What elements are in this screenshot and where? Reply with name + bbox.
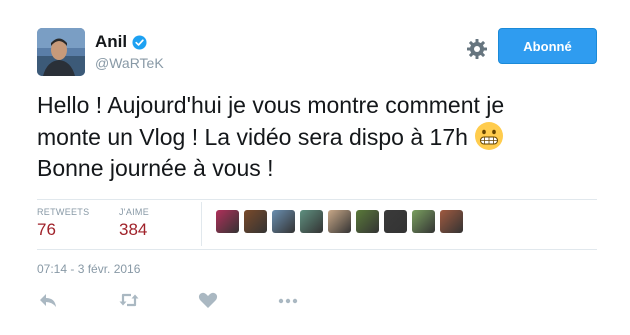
liker-avatar[interactable] (384, 210, 407, 233)
verified-badge-icon (132, 34, 147, 50)
author-name-row[interactable]: Anil (95, 32, 147, 52)
liker-avatar[interactable] (272, 210, 295, 233)
tweet-line-3: Bonne journée à vous ! (37, 155, 274, 181)
author-handle[interactable]: @WaRTeK (95, 55, 164, 71)
liker-avatar[interactable] (328, 210, 351, 233)
likes-count: 384 (119, 220, 148, 239)
retweet-icon[interactable] (118, 290, 140, 310)
likers-list (216, 210, 463, 233)
retweets-stat[interactable]: RETWEETS 76 (37, 207, 89, 240)
tweet-timestamp[interactable]: 07:14 - 3 févr. 2016 (37, 262, 140, 276)
avatar[interactable] (37, 28, 85, 76)
liker-avatar[interactable] (216, 210, 239, 233)
gear-icon[interactable] (465, 37, 489, 61)
liker-avatar[interactable] (440, 210, 463, 233)
author-name[interactable]: Anil (95, 32, 127, 52)
tweet-line-1: Hello ! Aujourd'hui je vous montre comme… (37, 92, 505, 118)
liker-avatar[interactable] (356, 210, 379, 233)
retweets-count: 76 (37, 220, 56, 239)
likes-label: J'AIME (119, 207, 150, 217)
tweet-line-2: monte un Vlog ! La vidéo sera dispo à 17… (37, 124, 468, 150)
likes-stat[interactable]: J'AIME 384 (119, 207, 149, 240)
stats-separator (201, 202, 202, 246)
stats-top-divider (37, 199, 597, 200)
grimacing-face-icon (474, 122, 503, 150)
retweets-label: RETWEETS (37, 207, 90, 217)
stats-bottom-divider (37, 249, 597, 250)
liker-avatar[interactable] (300, 210, 323, 233)
tweet-text: Hello ! Aujourd'hui je vous montre comme… (37, 90, 597, 184)
heart-icon[interactable] (197, 290, 219, 310)
more-icon[interactable] (277, 290, 299, 310)
liker-avatar[interactable] (244, 210, 267, 233)
avatar-photo (37, 28, 85, 76)
reply-icon[interactable] (37, 290, 59, 310)
liker-avatar[interactable] (412, 210, 435, 233)
follow-button[interactable]: Abonné (498, 28, 597, 64)
